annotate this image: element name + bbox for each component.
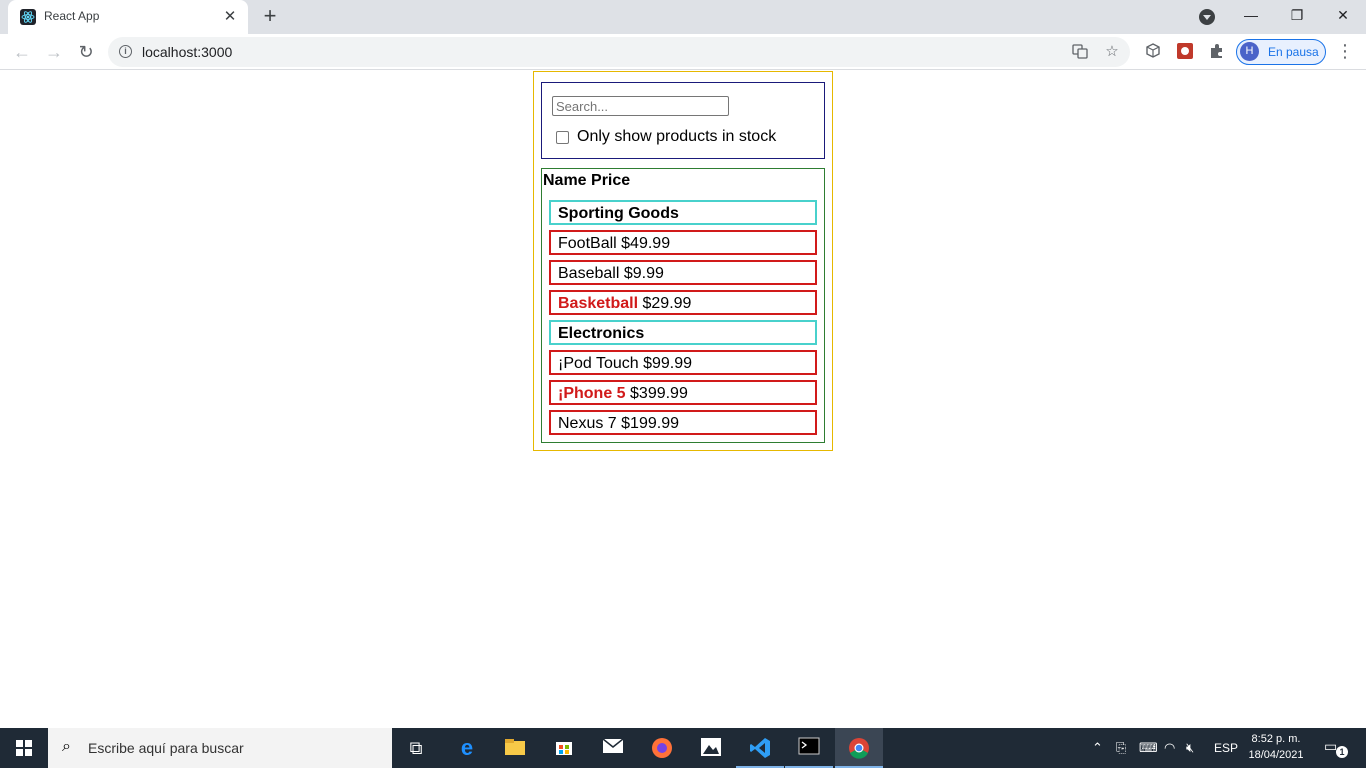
product-name-out-of-stock: ¡Phone 5 [558,385,626,402]
extension-red-icon[interactable] [1176,42,1194,60]
product-price: $29.99 [642,295,692,312]
store-button[interactable] [540,728,588,768]
show-hidden-icons-icon[interactable]: ⌃ [1092,740,1103,756]
file-explorer-icon [504,737,526,759]
extensions-puzzle-icon[interactable] [1208,42,1226,60]
product-row: ¡Pod Touch $99.99 [549,350,817,375]
search-bar: Only show products in stock [541,82,825,159]
file-explorer-button[interactable] [491,728,539,768]
firefox-button[interactable] [638,728,686,768]
mail-icon [602,737,624,759]
browser-menu-icon[interactable]: ⋮ [1336,41,1354,61]
photos-icon [700,737,722,759]
terminal-icon [798,737,820,759]
store-icon [553,737,575,759]
product-row: Baseball $9.99 [549,260,817,285]
browser-toolbar: ← → ↻ i localhost:3000 ☆ H En pausa ⋮ [0,34,1366,70]
vscode-icon [749,737,771,759]
volume-muted-icon[interactable]: 🔇︎ [1186,740,1194,756]
minimize-button[interactable]: — [1228,0,1274,30]
tab-close-icon[interactable]: ✕ [222,9,238,25]
product-price: $399.99 [630,385,688,402]
tab-search-icon[interactable] [1199,9,1215,25]
product-name-out-of-stock: Basketball [558,295,639,312]
terminal-button[interactable] [785,728,833,768]
task-view-button[interactable]: ⧉ [392,728,440,768]
taskbar-search-box[interactable]: ⌕ Escribe aquí para buscar [48,728,392,768]
filterable-product-table: Only show products in stock Name Price S… [533,71,833,451]
start-button[interactable] [0,728,48,768]
react-logo-icon [20,9,36,25]
network-adapter-icon[interactable]: ⌨ [1139,740,1158,756]
profile-button[interactable]: H En pausa [1236,39,1326,65]
chrome-button[interactable] [835,728,883,768]
language-indicator[interactable]: ESP [1214,741,1238,755]
clock-time: 8:52 p. m. [1251,733,1301,745]
reload-button[interactable]: ↻ [72,38,100,66]
windows-logo-icon [16,740,32,756]
product-row: Basketball $29.99 [549,290,817,315]
clock[interactable]: 8:52 p. m. 18/04/2021 [1246,731,1306,763]
browser-tab-strip: React App ✕ + — ❐ ✕ [0,0,1366,34]
task-view-icon: ⧉ [409,738,423,758]
site-info-icon[interactable]: i [119,45,132,58]
notification-badge: 1 [1336,746,1348,758]
mail-button[interactable] [589,728,637,768]
meet-now-icon[interactable]: ⎘ [1116,740,1126,756]
product-name: Nexus 7 [558,415,617,432]
maximize-button[interactable]: ❐ [1274,0,1320,30]
windows-taskbar: ⌕ Escribe aquí para buscar ⧉ e ⌃ ⎘ ⌨ ◠ 🔇… [0,728,1366,768]
table-header: Name Price [543,172,631,189]
url-text[interactable]: localhost:3000 [142,44,232,60]
taskbar-search-placeholder: Escribe aquí para buscar [88,740,244,756]
translate-icon[interactable] [1071,43,1089,61]
in-stock-checkbox[interactable] [556,131,569,144]
vscode-button[interactable] [736,728,784,768]
product-price: $9.99 [623,265,664,282]
chrome-icon [848,737,870,759]
edge-icon: e [460,735,474,760]
product-name: FootBall [558,235,617,252]
page-viewport: Only show products in stock Name Price S… [0,71,1366,728]
edge-button[interactable]: e [443,728,491,768]
bookmark-star-icon[interactable]: ☆ [1103,43,1121,61]
forward-button[interactable]: → [40,38,68,66]
extension-cube-icon[interactable] [1144,42,1162,60]
category-row: Sporting Goods [549,200,817,225]
product-table: Name Price Sporting Goods FootBall $49.9… [541,168,825,443]
browser-tab[interactable]: React App ✕ [8,0,248,34]
product-price: $99.99 [643,355,693,372]
product-row: Nexus 7 $199.99 [549,410,817,435]
address-bar[interactable]: i localhost:3000 ☆ [108,37,1130,67]
new-tab-button[interactable]: + [258,5,282,29]
product-name: Baseball [558,265,620,282]
clock-date: 18/04/2021 [1248,749,1304,761]
product-row: ¡Phone 5 $399.99 [549,380,817,405]
avatar: H [1240,42,1259,61]
profile-status-label: En pausa [1268,45,1319,59]
photos-button[interactable] [687,728,735,768]
close-window-button[interactable]: ✕ [1320,0,1366,30]
product-price: $49.99 [621,235,671,252]
action-center-button[interactable]: ▭ 1 [1324,738,1348,758]
search-input[interactable] [552,96,729,116]
firefox-icon [651,737,673,759]
product-row: FootBall $49.99 [549,230,817,255]
back-button[interactable]: ← [8,38,36,66]
in-stock-label: Only show products in stock [577,128,777,145]
product-name: ¡Pod Touch [558,355,639,372]
wifi-icon[interactable]: ◠ [1164,740,1175,756]
search-icon: ⌕ [62,738,71,755]
product-price: $199.99 [621,415,679,432]
category-name: Sporting Goods [558,205,679,222]
tab-title: React App [44,9,100,23]
category-row: Electronics [549,320,817,345]
category-name: Electronics [558,325,645,342]
